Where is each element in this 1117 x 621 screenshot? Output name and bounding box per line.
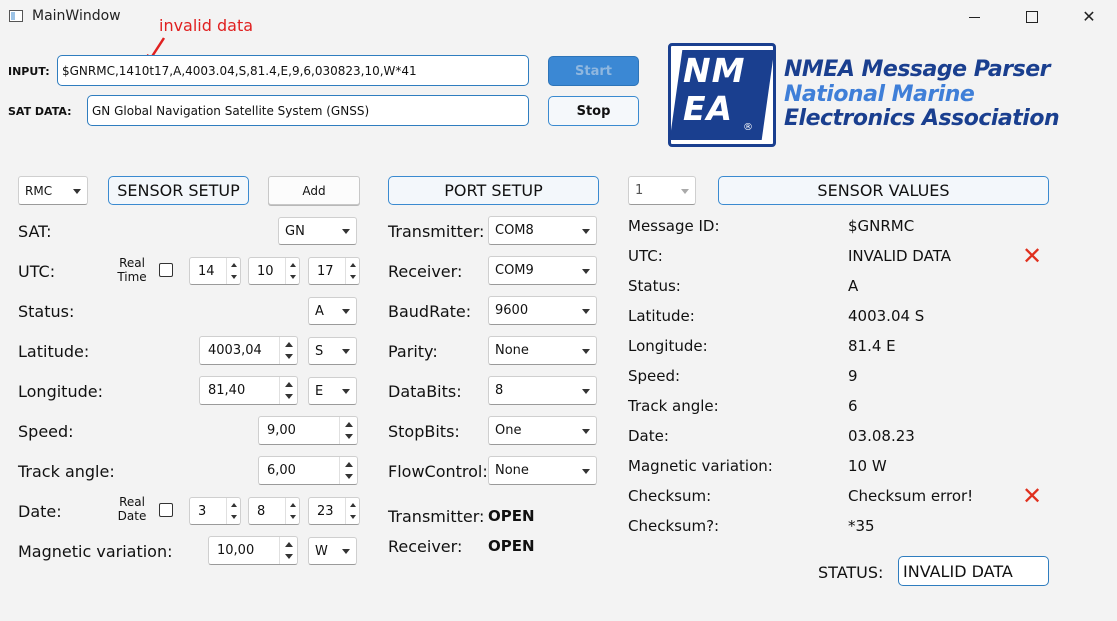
flowcontrol-select[interactable]: None	[488, 456, 597, 485]
magnetic-variation-value-label: Magnetic variation:	[628, 457, 773, 475]
checksum-label: Checksum:	[628, 487, 712, 505]
magnetic-variation-label: Magnetic variation:	[18, 542, 173, 561]
speed-label: Speed:	[18, 422, 74, 441]
maximize-button[interactable]	[1003, 0, 1059, 34]
message-id-label: Message ID:	[628, 217, 720, 235]
magnetic-variation-spinbox[interactable]: 10,00	[208, 536, 298, 565]
longitude-value-label: Longitude:	[628, 337, 708, 355]
magnetic-variation-direction-select[interactable]: W	[308, 537, 357, 565]
nmea-logo: NMEA ®	[668, 43, 776, 147]
logo-title: NMEA Message Parser	[784, 57, 1050, 82]
input-field[interactable]: $GNRMC,1410t17,A,4003.04,S,81.4,E,9,6,03…	[57, 55, 529, 86]
transmitter-port-label: Transmitter:	[388, 222, 485, 241]
sensor-setup-header: SENSOR SETUP	[108, 176, 249, 205]
speed-value: 9	[848, 367, 858, 385]
sat-data-field[interactable]: GN Global Navigation Satellite System (G…	[87, 95, 529, 126]
latitude-value-label: Latitude:	[628, 307, 695, 325]
close-button[interactable]: ✕	[1061, 0, 1117, 34]
transmitter-status-value: OPEN	[488, 507, 535, 525]
date-day-spinbox[interactable]: 3	[189, 497, 241, 525]
checksum-calc-value: *35	[848, 517, 875, 535]
date-value-label: Date:	[628, 427, 669, 445]
receiver-port-select[interactable]: COM9	[488, 256, 597, 285]
start-button[interactable]: Start	[548, 56, 639, 86]
sat-label: SAT:	[18, 222, 52, 241]
stopbits-select[interactable]: One	[488, 416, 597, 445]
parity-label: Parity:	[388, 342, 438, 361]
logo-letters: NMEA	[683, 51, 746, 128]
transmitter-status-label: Transmitter:	[388, 507, 485, 526]
track-angle-label: Track angle:	[18, 462, 115, 481]
message-type-select[interactable]: RMC	[18, 176, 88, 205]
longitude-label: Longitude:	[18, 382, 103, 401]
date-label: Date:	[18, 502, 62, 521]
receiver-port-label: Receiver:	[388, 262, 463, 281]
utc-hours-spinbox[interactable]: 14	[189, 257, 241, 285]
longitude-direction-select[interactable]: E	[308, 377, 357, 405]
real-time-label: Real Time	[117, 256, 147, 284]
speed-spinbox[interactable]: 9,00	[258, 416, 358, 445]
sensor-values-header: SENSOR VALUES	[718, 176, 1049, 205]
logo-line2: National Marine	[784, 82, 975, 107]
registered-mark: ®	[743, 122, 753, 133]
latitude-direction-select[interactable]: S	[308, 337, 357, 365]
sat-data-label: SAT DATA:	[8, 105, 72, 118]
utc-minutes-spinbox[interactable]: 10	[248, 257, 300, 285]
date-value: 03.08.23	[848, 427, 915, 445]
speed-value-label: Speed:	[628, 367, 681, 385]
message-id-value: $GNRMC	[848, 217, 915, 235]
receiver-status-label: Receiver:	[388, 537, 463, 556]
receiver-status-value: OPEN	[488, 537, 535, 555]
invalid-data-annotation: invalid data	[159, 16, 254, 35]
status-footer-label: STATUS:	[818, 563, 884, 582]
status-label: Status:	[18, 302, 75, 321]
status-value: A	[848, 277, 859, 295]
databits-label: DataBits:	[388, 382, 462, 401]
utc-value-label: UTC:	[628, 247, 663, 265]
add-button[interactable]: Add	[268, 176, 360, 205]
app-icon	[9, 10, 23, 22]
latitude-spinbox[interactable]: 4003,04	[199, 336, 298, 365]
status-footer-value: INVALID DATA	[898, 556, 1049, 586]
latitude-label: Latitude:	[18, 342, 90, 361]
sensor-index-select[interactable]: 1	[628, 176, 696, 205]
utc-value: INVALID DATA	[848, 247, 951, 265]
track-angle-value: 6	[848, 397, 858, 415]
status-select[interactable]: A	[308, 297, 357, 325]
longitude-spinbox[interactable]: 81,40	[199, 376, 298, 405]
longitude-value: 81.4 E	[848, 337, 896, 355]
parity-select[interactable]: None	[488, 336, 597, 365]
sat-select[interactable]: GN	[278, 217, 357, 245]
checksum-calc-label: Checksum?:	[628, 517, 720, 535]
checksum-error-icon: ✕	[1022, 482, 1043, 510]
window-title: MainWindow	[32, 8, 121, 24]
real-date-label: Real Date	[117, 495, 147, 523]
date-year-spinbox[interactable]: 23	[308, 497, 360, 525]
utc-label: UTC:	[18, 262, 56, 281]
date-month-spinbox[interactable]: 8	[248, 497, 300, 525]
utc-seconds-spinbox[interactable]: 17	[308, 257, 360, 285]
minimize-button[interactable]	[947, 0, 1003, 34]
checksum-value: Checksum error!	[848, 487, 974, 505]
stopbits-label: StopBits:	[388, 422, 460, 441]
track-angle-value-label: Track angle:	[628, 397, 719, 415]
logo-line3: Electronics Association	[784, 106, 1060, 131]
flowcontrol-label: FlowControl:	[388, 462, 488, 481]
input-label: INPUT:	[8, 65, 50, 78]
magnetic-variation-value: 10 W	[848, 457, 887, 475]
real-time-checkbox[interactable]	[159, 263, 173, 277]
track-angle-spinbox[interactable]: 6,00	[258, 456, 358, 485]
status-value-label: Status:	[628, 277, 681, 295]
port-setup-header: PORT SETUP	[388, 176, 599, 205]
latitude-value: 4003.04 S	[848, 307, 925, 325]
stop-button[interactable]: Stop	[548, 96, 639, 126]
baudrate-select[interactable]: 9600	[488, 296, 597, 325]
utc-error-icon: ✕	[1022, 242, 1043, 270]
transmitter-port-select[interactable]: COM8	[488, 216, 597, 245]
databits-select[interactable]: 8	[488, 376, 597, 405]
baudrate-label: BaudRate:	[388, 302, 472, 321]
real-date-checkbox[interactable]	[159, 503, 173, 517]
